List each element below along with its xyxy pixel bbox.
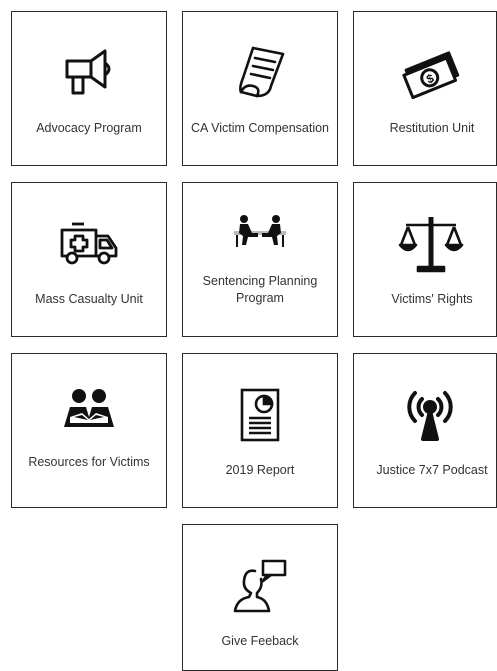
tile-label: Sentencing Planning Program	[202, 274, 318, 305]
tile-label: CA Victim Compensation	[190, 121, 330, 135]
tile-label: Resources for Victims	[28, 455, 150, 469]
meeting-icon	[183, 203, 337, 259]
ambulance-icon	[12, 211, 166, 277]
podcast-antenna-icon	[354, 382, 496, 448]
tile-justice-7x7-podcast[interactable]: Justice 7x7 Podcast	[353, 353, 497, 508]
tile-label: Justice 7x7 Podcast	[376, 463, 488, 477]
tile-2019-report[interactable]: 2019 Report	[182, 353, 338, 508]
tile-victims-rights[interactable]: Victims' Rights	[353, 182, 497, 337]
megaphone-icon	[12, 40, 166, 106]
tile-label: Victims' Rights	[391, 292, 473, 306]
scroll-document-icon	[183, 40, 337, 106]
tile-label: 2019 Report	[225, 463, 295, 477]
report-document-icon	[183, 382, 337, 448]
tile-mass-casualty-unit[interactable]: Mass Casualty Unit	[11, 182, 167, 337]
tile-resources-for-victims[interactable]: Resources for Victims	[11, 353, 167, 508]
tile-advocacy-program[interactable]: Advocacy Program	[11, 11, 167, 166]
reading-people-icon	[12, 376, 166, 442]
tile-label: Give Feeback	[221, 634, 299, 648]
tile-sentencing-planning-program[interactable]: Sentencing Planning Program	[182, 182, 338, 337]
tile-restitution-unit[interactable]: $ Restitution Unit	[353, 11, 497, 166]
money-bills-icon: $	[354, 40, 496, 106]
tile-label: Mass Casualty Unit	[35, 292, 143, 306]
tile-label: Restitution Unit	[389, 121, 475, 135]
tile-give-feeback[interactable]: Give Feeback	[182, 524, 338, 671]
scales-of-justice-icon	[354, 211, 496, 277]
tile-label: Advocacy Program	[36, 121, 142, 135]
tile-ca-victim-compensation[interactable]: CA Victim Compensation	[182, 11, 338, 166]
person-speech-bubble-icon	[183, 553, 337, 619]
